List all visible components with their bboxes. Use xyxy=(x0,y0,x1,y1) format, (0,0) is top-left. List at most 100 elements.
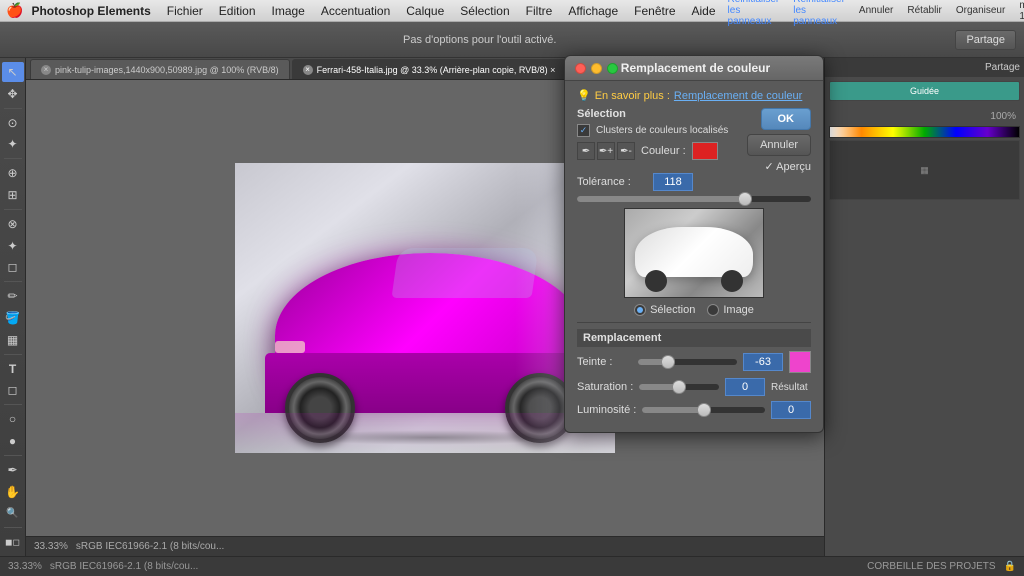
menu-aide[interactable]: Aide xyxy=(684,0,724,22)
tab-ferrari[interactable]: × Ferrari-458-Italia.jpg @ 33.3% (Arrièr… xyxy=(292,59,567,79)
menu-reset-text[interactable]: Réinitialiser les panneaux xyxy=(789,0,849,27)
zoom-control: 100% xyxy=(829,109,1020,124)
gradient-tool[interactable]: ▦ xyxy=(2,330,24,350)
apercu-label: ✓ Aperçu xyxy=(764,160,811,173)
couleur-label: Couleur : xyxy=(641,145,686,157)
dialog-minimize-button[interactable] xyxy=(591,63,602,74)
ok-button[interactable]: OK xyxy=(761,108,812,130)
panel-placeholder: ▦ xyxy=(829,140,1020,200)
tab-close-1[interactable]: × xyxy=(41,65,51,75)
dialog-title: Remplacement de couleur xyxy=(621,61,770,75)
partage-button[interactable]: Partage xyxy=(955,30,1016,50)
menu-organiser[interactable]: Organiseur xyxy=(952,5,1009,16)
statusbar-zoom: 33.33% xyxy=(8,561,42,572)
radio-image-btn[interactable] xyxy=(707,304,719,316)
clusters-checkbox[interactable]: ✓ xyxy=(577,124,590,137)
statusbar: 33.33% sRGB IEC61966-2.1 (8 bits/cou... … xyxy=(0,556,1024,576)
selection-section-row: Sélection ✓ Clusters de couleurs localis… xyxy=(577,108,811,173)
tolerance-slider[interactable] xyxy=(577,196,811,202)
spot-heal-tool[interactable]: ⊗ xyxy=(2,214,24,234)
color-icon-2[interactable]: ✒+ xyxy=(597,142,615,160)
dialog-preview xyxy=(624,208,764,298)
radio-image-label: Image xyxy=(723,304,754,316)
tool-separator-2 xyxy=(4,158,22,159)
text-tool[interactable]: T xyxy=(2,359,24,379)
help-text: En savoir plus : xyxy=(595,90,670,102)
menu-accentuation[interactable]: Accentuation xyxy=(313,0,398,22)
luminosite-slider[interactable] xyxy=(642,407,765,413)
menu-affichage[interactable]: Affichage xyxy=(560,0,626,22)
arrow-tool[interactable]: ↖ xyxy=(2,62,24,82)
dialog-maximize-button[interactable] xyxy=(607,63,618,74)
menu-calque[interactable]: Calque xyxy=(398,0,452,22)
saturation-row: Saturation : 0 Résultat xyxy=(577,378,811,396)
move-tool[interactable]: ✥ xyxy=(2,84,24,104)
menu-fenetre[interactable]: Fenêtre xyxy=(626,0,683,22)
teinte-value[interactable]: -63 xyxy=(743,353,783,371)
luminosite-row: Luminosité : 0 xyxy=(577,401,811,419)
apple-menu[interactable]: 🍎 xyxy=(6,2,23,19)
canvas-image[interactable] xyxy=(235,163,615,453)
lasso-tool[interactable]: ⊙ xyxy=(2,113,24,133)
panel-tab-guidee[interactable]: Guidée xyxy=(829,81,1020,101)
radio-image[interactable]: Image xyxy=(707,304,754,316)
eyedropper-tool[interactable]: ✒ xyxy=(2,460,24,480)
tab-pink-tulip[interactable]: × pink-tulip-images,1440x900,50989.jpg @… xyxy=(30,59,290,79)
teinte-label: Teinte : xyxy=(577,356,632,368)
tolerance-value[interactable]: 118 xyxy=(653,173,693,191)
teinte-slider[interactable] xyxy=(638,359,737,365)
menu-edition[interactable]: Edition xyxy=(211,0,264,22)
clone-tool[interactable]: ✦ xyxy=(2,236,24,256)
hand-tool[interactable]: ✋ xyxy=(2,482,24,502)
brush-tool[interactable]: ✏ xyxy=(2,286,24,306)
main-area: ↖ ✥ ⊙ ✦ ⊕ ⊞ ⊗ ✦ ◻ ✏ 🪣 ▦ T ◻ ○ ● ✒ ✋ 🔍 ◼◻… xyxy=(0,58,1024,556)
tab-close-2[interactable]: × xyxy=(303,65,313,75)
crop-tool[interactable]: ⊕ xyxy=(2,163,24,183)
color-icon-3[interactable]: ✒- xyxy=(617,142,635,160)
menu-fichier[interactable]: Fichier xyxy=(159,0,211,22)
menu-app-name[interactable]: Photoshop Elements xyxy=(23,0,158,22)
color-strip xyxy=(829,126,1020,138)
eraser-tool[interactable]: ◻ xyxy=(2,257,24,277)
dialog-help-row: 💡 En savoir plus : Remplacement de coule… xyxy=(577,89,811,102)
help-link[interactable]: Remplacement de couleur xyxy=(674,90,802,102)
magic-wand-tool[interactable]: ✦ xyxy=(2,134,24,154)
selection-section-label: Sélection xyxy=(577,108,741,120)
menu-reset-panels[interactable]: Réinitialiser les panneaux xyxy=(724,0,784,27)
paint-bucket-tool[interactable]: 🪣 xyxy=(2,308,24,328)
menu-retablir[interactable]: Rétablir xyxy=(903,5,945,16)
panel-header: Partage xyxy=(825,58,1024,77)
saturation-slider[interactable] xyxy=(639,384,719,390)
panel-tabs: Guidée xyxy=(825,77,1024,105)
fg-bg-colors[interactable]: ◼◻ xyxy=(2,532,24,552)
zoom-level: 33.33% xyxy=(34,541,68,552)
saturation-value[interactable]: 0 xyxy=(725,378,765,396)
recompose-tool[interactable]: ⊞ xyxy=(2,185,24,205)
color-icon-1[interactable]: ✒ xyxy=(577,142,595,160)
cancel-button[interactable]: Annuler xyxy=(747,134,811,156)
dodge-tool[interactable]: ● xyxy=(2,431,24,451)
toolbar: Pas d'options pour l'outil activé. Parta… xyxy=(0,22,1024,58)
menu-image[interactable]: Image xyxy=(264,0,313,22)
radio-selection-btn[interactable] xyxy=(634,304,646,316)
color-icons-row: ✒ ✒+ ✒- Couleur : xyxy=(577,142,741,160)
zoom-tool[interactable]: 🔍 xyxy=(2,504,24,524)
dialog-body: 💡 En savoir plus : Remplacement de coule… xyxy=(565,81,823,432)
menu-cancel[interactable]: Annuler xyxy=(855,5,897,16)
menu-bar: 🍎 Photoshop Elements Fichier Edition Ima… xyxy=(0,0,1024,22)
luminosite-value[interactable]: 0 xyxy=(771,401,811,419)
menu-selection[interactable]: Sélection xyxy=(452,0,517,22)
color-picker-icons: ✒ ✒+ ✒- xyxy=(577,142,635,160)
shape-tool[interactable]: ◻ xyxy=(2,381,24,401)
color-swatch-red[interactable] xyxy=(692,142,718,160)
menu-filtre[interactable]: Filtre xyxy=(518,0,561,22)
dialog-close-button[interactable] xyxy=(575,63,586,74)
result-swatch[interactable] xyxy=(789,351,811,373)
blur-tool[interactable]: ○ xyxy=(2,409,24,429)
color-profile: sRGB IEC61966-2.1 (8 bits/cou... xyxy=(76,541,224,552)
apercu-checkbox-row[interactable]: ✓ Aperçu xyxy=(764,160,811,173)
saturation-label: Saturation : xyxy=(577,381,633,393)
radio-selection[interactable]: Sélection xyxy=(634,304,695,316)
right-panel: Partage Guidée 100% ▦ xyxy=(824,58,1024,556)
statusbar-profile: sRGB IEC61966-2.1 (8 bits/cou... xyxy=(50,561,198,572)
